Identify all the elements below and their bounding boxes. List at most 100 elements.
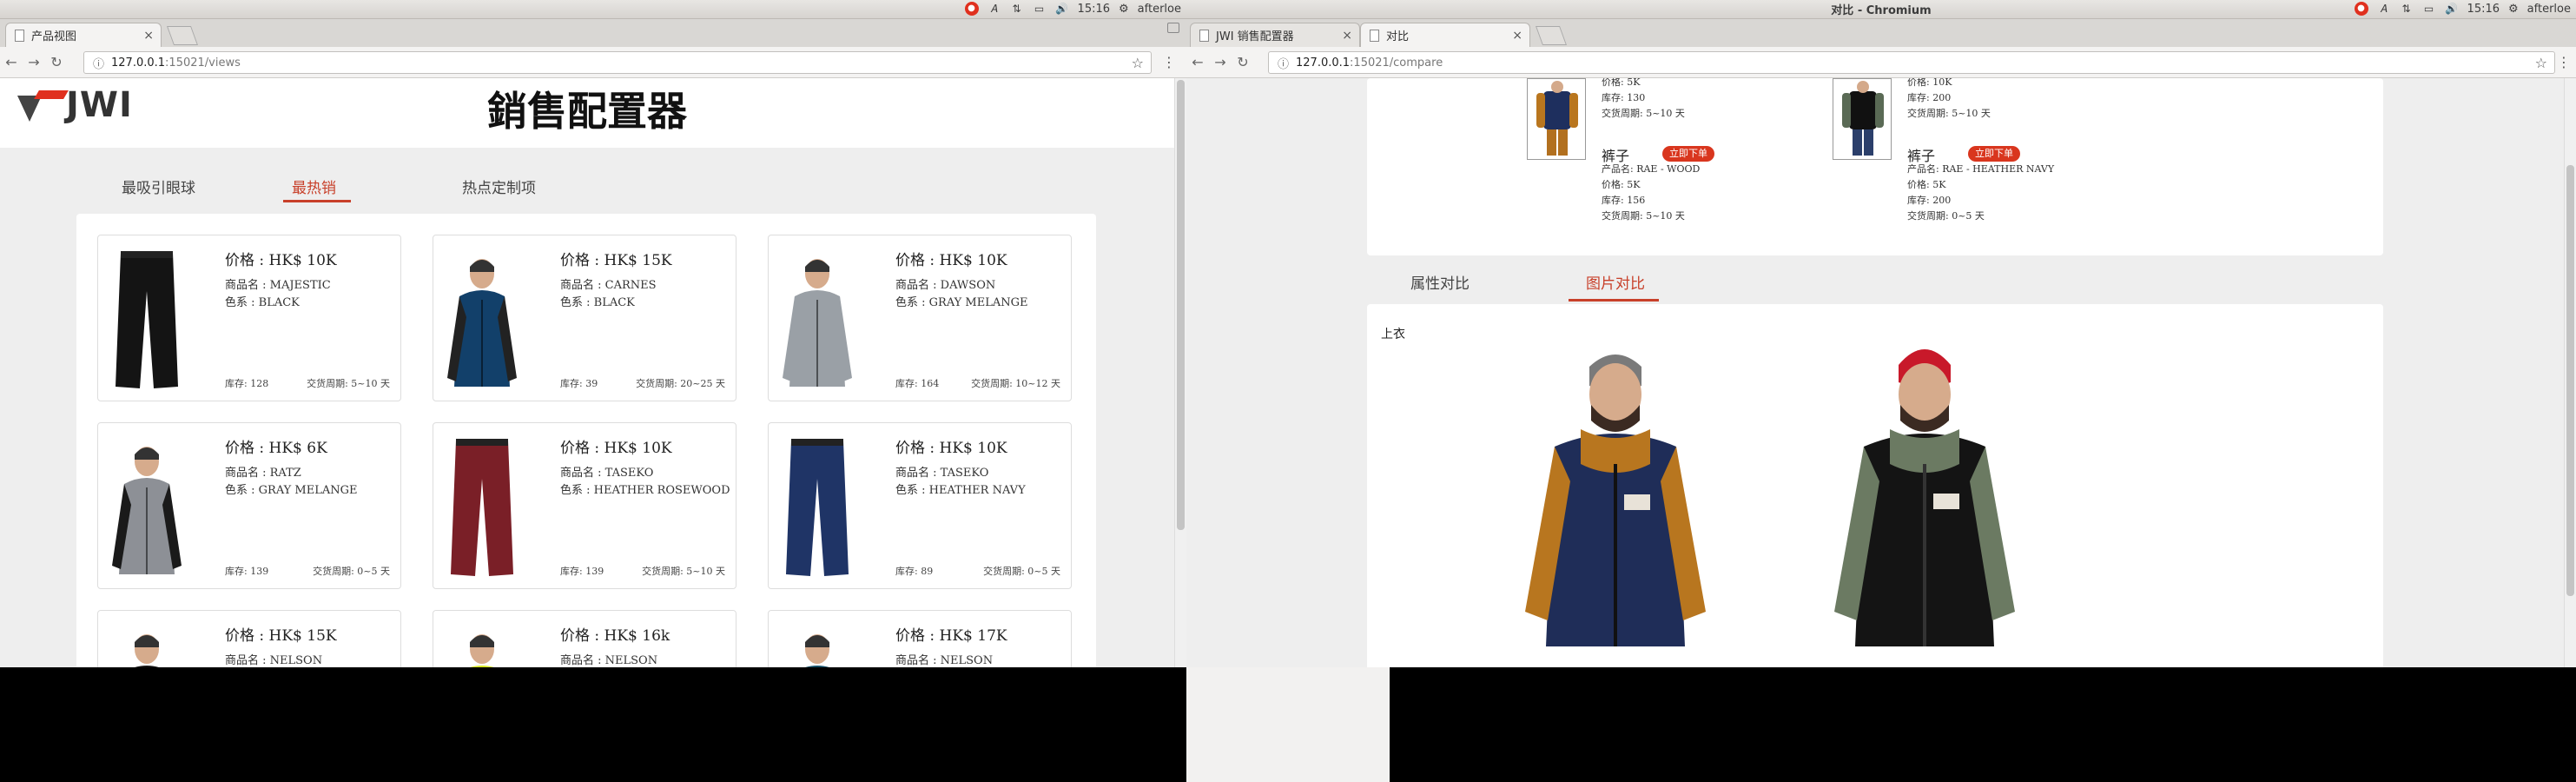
network-icon[interactable]: ⇅ — [1010, 2, 1024, 16]
product-card[interactable]: 价格 : HK$ 6K 商品名 : RATZ 色系 : GRAY MELANGE 库存… — [97, 422, 401, 589]
gear-icon[interactable]: ⚙ — [1119, 3, 1129, 16]
product-price: 价格 : HK$ 17K — [895, 627, 1007, 645]
product-image — [451, 439, 513, 576]
tab-compare[interactable]: 对比 × — [1360, 23, 1530, 47]
product-picture — [444, 435, 520, 581]
product-card[interactable]: 价格 : HK$ 10K 商品名 : MAJESTIC 色系 : BLACK 库存: … — [97, 235, 401, 401]
product-stock: 库存: 39 — [560, 378, 598, 389]
product-image — [783, 259, 852, 387]
info-icon[interactable]: ⓘ — [93, 55, 104, 71]
product-card[interactable]: 价格 : HK$ 10K 商品名 : TASEKO 色系 : HEATHER NAV… — [768, 422, 1072, 589]
stat-line: 交货周期: 5~10 天 — [1602, 108, 1685, 119]
input-method-icon[interactable]: 𝐴 — [2377, 2, 2391, 16]
address-bar[interactable]: ⓘ 127.0.0.1 :15021/compare ☆ — [1268, 51, 2555, 74]
notification-icon[interactable]: ● — [964, 2, 979, 16]
scrollbar[interactable] — [2564, 78, 2576, 667]
address-bar[interactable]: ⓘ 127.0.0.1 :15021/views ☆ — [83, 51, 1152, 74]
product-color: 色系 : HEATHER NAVY — [895, 484, 1026, 497]
menu-icon[interactable]: ⋮ — [1162, 54, 1176, 70]
forward-icon[interactable]: → — [23, 54, 45, 70]
stat-line: 库存: 130 — [1602, 92, 1646, 103]
product-picture — [779, 435, 855, 581]
product-lead-time: 交货周期: 5~10 天 — [307, 378, 390, 389]
page-icon — [15, 29, 24, 42]
back-icon[interactable]: ← — [0, 54, 23, 70]
product-picture — [779, 248, 855, 394]
product-thumbnail[interactable] — [1527, 78, 1586, 160]
product-stock: 库存: 89 — [895, 566, 934, 577]
user-name[interactable]: afterloe — [2527, 3, 2571, 16]
tab-best-selling[interactable]: 最热销 — [283, 176, 462, 210]
info-icon[interactable]: ⓘ — [1278, 55, 1289, 71]
product-name: 商品名 : NELSON — [560, 654, 658, 667]
toolbar: ← → ↻ ⓘ 127.0.0.1 :15021/views ☆ ⋮ — [0, 47, 1186, 78]
pants-stats: 产品名: RAE - HEATHER NAVY 价格: 5K 库存: 200 交… — [1907, 162, 2054, 224]
profile-icon[interactable] — [1167, 23, 1179, 33]
product-price: 价格 : HK$ 15K — [560, 252, 672, 269]
battery-icon[interactable]: ▭ — [1033, 2, 1047, 16]
stat-line: 交货周期: 5~10 天 — [1907, 108, 1991, 119]
menu-icon[interactable]: ⋮ — [2557, 54, 2571, 70]
tab-custom-hot[interactable]: 热点定制项 — [462, 176, 632, 210]
reload-icon[interactable]: ↻ — [1232, 54, 1254, 70]
toolbar: ← → ↻ ⓘ 127.0.0.1 :15021/compare ☆ ⋮ — [1186, 47, 2576, 78]
product-stock: 库存: 164 — [895, 378, 940, 389]
battery-icon[interactable]: ▭ — [2422, 2, 2436, 16]
input-method-icon[interactable]: 𝐴 — [987, 2, 1001, 16]
product-name: 商品名 : DAWSON — [895, 279, 996, 292]
page-viewport: JWI 銷售配置器 最吸引眼球 最热销 热点定制项 价格 : HK$ 10K 商品… — [0, 78, 1186, 667]
close-icon[interactable]: × — [143, 29, 154, 43]
user-name[interactable]: afterloe — [1138, 3, 1181, 16]
product-picture — [109, 623, 185, 667]
product-card[interactable]: 价格 : HK$ 15K商品名 : NELSON色系 : BLACK — [97, 610, 401, 667]
new-tab-button[interactable] — [166, 26, 199, 45]
product-card[interactable]: 价格 : HK$ 16k商品名 : NELSON色系 : SULPHUR — [433, 610, 736, 667]
product-card[interactable]: 价格 : HK$ 10K 商品名 : DAWSON 色系 : GRAY MELANG… — [768, 235, 1072, 401]
stat-line: 价格: 5K — [1907, 179, 1946, 190]
close-icon[interactable]: × — [1342, 29, 1352, 43]
network-icon[interactable]: ⇅ — [2400, 2, 2414, 16]
product-thumbnail[interactable] — [1833, 78, 1892, 160]
tab-label: 产品视图 — [31, 30, 77, 43]
active-tab-indicator — [1569, 299, 1659, 302]
product-image — [470, 634, 494, 667]
volume-icon[interactable]: 🔊 — [2445, 2, 2459, 16]
scrollbar-thumb[interactable] — [1177, 80, 1185, 530]
volume-icon[interactable]: 🔊 — [1055, 2, 1069, 16]
product-stats: 价格: 10K 库存: 200 交货周期: 5~10 天 — [1907, 78, 1991, 122]
product-card[interactable]: 价格 : HK$ 17K商品名 : NELSON色系 : NAVY — [768, 610, 1072, 667]
product-color: 色系 : GRAY MELANGE — [895, 296, 1028, 309]
reload-icon[interactable]: ↻ — [45, 54, 68, 70]
tab-attribute-compare[interactable]: 属性对比 — [1410, 271, 1470, 293]
star-icon[interactable]: ☆ — [1132, 55, 1144, 71]
page-viewport: 价格: 5K 库存: 130 交货周期: 5~10 天 裤子 立即下单 产品名:… — [1186, 78, 2576, 667]
order-now-button[interactable]: 立即下单 — [1662, 146, 1714, 162]
product-price: 价格 : HK$ 6K — [225, 440, 327, 457]
clock[interactable]: 15:16 — [2467, 3, 2500, 16]
page-icon — [1199, 29, 1209, 42]
tab-eye-catching[interactable]: 最吸引眼球 — [122, 176, 292, 210]
forward-icon[interactable]: → — [1209, 54, 1232, 70]
product-card[interactable]: 价格 : HK$ 15K 商品名 : CARNES 色系 : BLACK 库存: 39… — [433, 235, 736, 401]
gear-icon[interactable]: ⚙ — [2508, 3, 2519, 16]
system-top-bar: ● 𝐴 ⇅ ▭ 🔊 15:16 ⚙ afterloe — [0, 0, 1186, 19]
tab-product-view[interactable]: 产品视图 × — [5, 23, 162, 47]
scrollbar[interactable] — [1174, 78, 1186, 667]
notification-icon[interactable]: ● — [2354, 2, 2368, 16]
tab-label: 对比 — [1386, 30, 1410, 43]
product-name: 商品名 : RATZ — [225, 467, 301, 480]
star-icon[interactable]: ☆ — [2535, 55, 2547, 71]
product-color: 色系 : BLACK — [560, 296, 635, 309]
order-now-button[interactable]: 立即下单 — [1968, 146, 2020, 162]
new-tab-button[interactable] — [1535, 26, 1568, 45]
scrollbar-thumb[interactable] — [2566, 165, 2574, 596]
product-name: 商品名 : MAJESTIC — [225, 279, 331, 292]
close-icon[interactable]: × — [1512, 29, 1522, 43]
tab-jwi-configurator[interactable]: JWI 销售配置器 × — [1190, 23, 1360, 47]
product-card[interactable]: 价格 : HK$ 10K 商品名 : TASEKO 色系 : HEATHER ROS… — [433, 422, 736, 589]
back-icon[interactable]: ← — [1186, 54, 1209, 70]
thumb-jacket-orange — [1536, 81, 1578, 156]
tab-image-compare[interactable]: 图片对比 — [1586, 271, 1645, 293]
product-lead-time: 交货周期: 0~5 天 — [313, 566, 390, 577]
clock[interactable]: 15:16 — [1078, 3, 1110, 16]
